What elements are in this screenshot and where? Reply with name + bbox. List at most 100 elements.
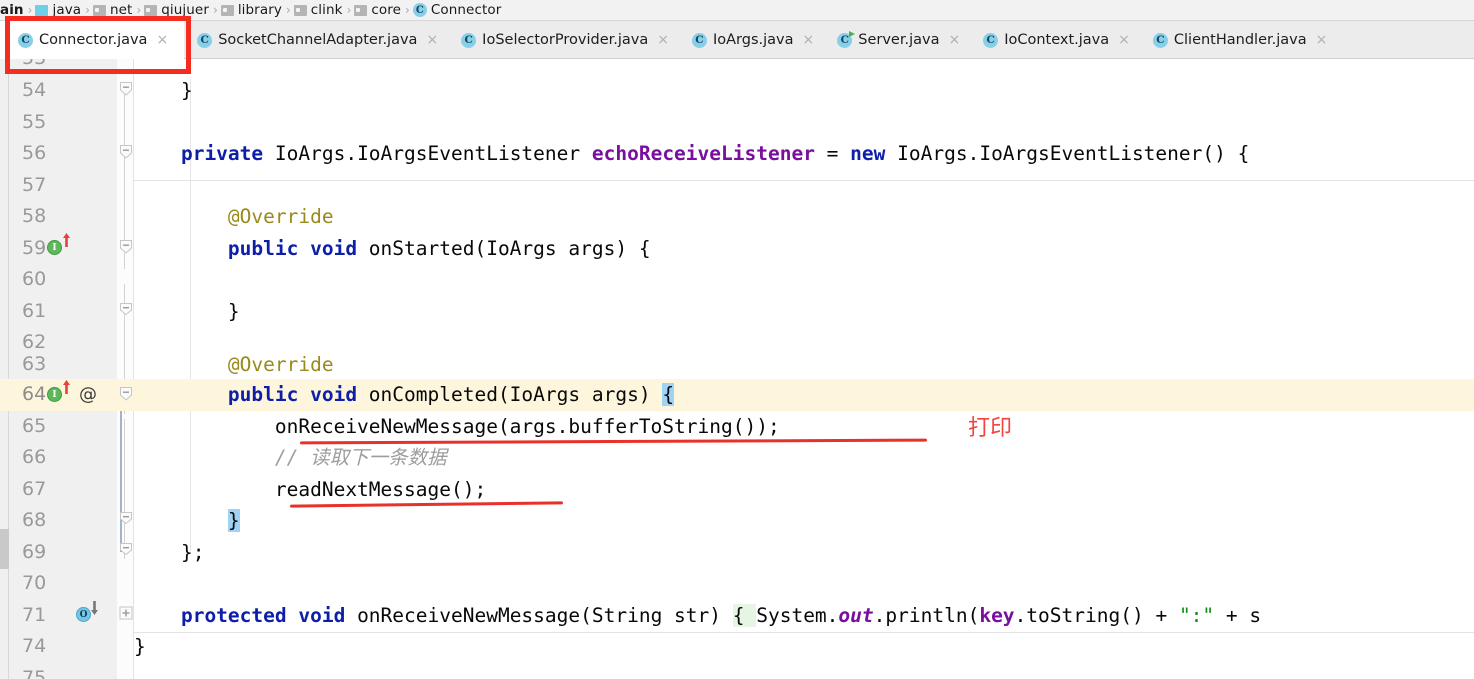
code-line-63[interactable]: 63 @Override	[0, 349, 1474, 381]
breadcrumb-item-net[interactable]: net	[92, 0, 134, 21]
implementing-method-icon[interactable]: I	[47, 240, 62, 255]
type-ioargs-listener: IoArgs.IoArgsEventListener	[274, 142, 592, 165]
fold-marker-collapse[interactable]	[119, 302, 133, 316]
java-class-icon: C	[983, 32, 999, 48]
operator-assign: =	[814, 142, 851, 165]
keyword-private: private	[134, 142, 275, 165]
folder-grey-icon	[293, 4, 307, 16]
code-line-66[interactable]: 66 // 读取下一条数据	[0, 442, 1474, 474]
breadcrumb-separator-icon: ›	[85, 3, 90, 17]
close-icon[interactable]: ×	[156, 33, 168, 47]
code-line-67[interactable]: 67 readNextMessage();	[0, 474, 1474, 506]
method-onstarted: onStarted(IoArgs args) {	[357, 236, 651, 260]
close-icon[interactable]: ×	[1316, 33, 1328, 47]
fold-marker-collapse[interactable]	[119, 144, 133, 159]
fold-marker-collapse[interactable]	[119, 239, 133, 254]
tab-socketchanneladapter-java[interactable]: C SocketChannelAdapter.java ×	[184, 21, 448, 59]
static-field-out: out	[838, 603, 874, 627]
fold-marker-collapse[interactable]	[119, 81, 133, 96]
code-line-57[interactable]: 57	[0, 170, 1474, 202]
tab-label: Server.java	[858, 32, 940, 48]
code-text: private IoArgs.IoArgsEventListener echoR…	[134, 138, 1249, 170]
breadcrumb-item-core[interactable]: core	[354, 0, 403, 21]
code-line-53[interactable]: 53	[0, 59, 1474, 75]
fold-marker-collapse[interactable]	[119, 511, 133, 525]
code-text: readNextMessage();	[134, 477, 487, 501]
breadcrumb-label: Connector	[430, 2, 502, 18]
code-line-56[interactable]: 56 private IoArgs.IoArgsEventListener ec…	[0, 138, 1474, 170]
annotation-override: @Override	[134, 205, 334, 228]
line-number: 53	[0, 59, 108, 75]
navigation-breadcrumb: ain › java › net › qiujuer › library › c…	[0, 0, 1474, 21]
code-text: onReceiveNewMessage(args.bufferToString(…	[134, 414, 780, 438]
code-line-70[interactable]: 70	[0, 568, 1474, 600]
line-number: 66	[22, 446, 47, 468]
code-line-60[interactable]: 60	[0, 264, 1474, 296]
breadcrumb-item-connector[interactable]: C Connector	[412, 0, 504, 21]
close-icon[interactable]: ×	[426, 33, 438, 47]
code-text: @Override	[134, 201, 334, 233]
code-editor[interactable]: 53 54 } 55 56 private IoArgs.IoArgsEvent…	[0, 59, 1474, 679]
code-line-54[interactable]: 54 }	[0, 75, 1474, 107]
breadcrumb-label: library	[237, 2, 282, 18]
java-class-icon: C	[197, 32, 213, 48]
implementing-method-icon[interactable]: I	[47, 387, 62, 402]
close-icon[interactable]: ×	[803, 33, 815, 47]
tab-label: SocketChannelAdapter.java	[218, 32, 418, 48]
code-line-55[interactable]: 55	[0, 107, 1474, 139]
arrow-up-red-icon	[63, 233, 70, 247]
code-line-74[interactable]: 74 }	[0, 631, 1474, 663]
code-line-75[interactable]: 75	[0, 663, 1474, 679]
line-number: 58	[22, 205, 47, 227]
close-icon[interactable]: ×	[948, 33, 960, 47]
code-line-65[interactable]: 65 onReceiveNewMessage(args.bufferToStri…	[0, 411, 1474, 443]
code-text: }	[134, 631, 146, 663]
breadcrumb-item-clink[interactable]: clink	[293, 0, 345, 21]
code-line-71[interactable]: 71 protected void onReceiveNewMessage(St…	[0, 600, 1474, 632]
close-icon[interactable]: ×	[1118, 33, 1130, 47]
code-line-61[interactable]: 61 }	[0, 296, 1474, 328]
arrow-down-grey-icon	[91, 601, 98, 615]
closing-brace: }	[134, 635, 146, 658]
code-line-68[interactable]: 68 }	[0, 505, 1474, 537]
tab-ioargs-java[interactable]: C IoArgs.java ×	[679, 21, 824, 59]
tab-ioselectorprovider-java[interactable]: C IoSelectorProvider.java ×	[448, 21, 679, 59]
tab-clienthandler-java[interactable]: C ClientHandler.java ×	[1140, 21, 1337, 59]
keyword-public-void: public void	[134, 383, 358, 406]
method-oncompleted: onCompleted(IoArgs args)	[357, 383, 663, 406]
close-icon[interactable]: ×	[657, 33, 669, 47]
code-text: protected void onReceiveNewMessage(Strin…	[134, 600, 1261, 632]
annotation-override: @Override	[134, 352, 334, 376]
code-line-58[interactable]: 58 @Override	[0, 201, 1474, 233]
breadcrumb-item-library[interactable]: library	[220, 0, 284, 21]
breadcrumb-item-main[interactable]: ain	[0, 0, 26, 21]
breadcrumb-separator-icon: ›	[405, 3, 410, 17]
tab-label: IoContext.java	[1004, 32, 1110, 48]
java-class-icon: C	[18, 32, 33, 48]
anon-class-decl: IoArgs.IoArgsEventListener() {	[885, 142, 1250, 165]
system-ref: System.	[756, 603, 839, 627]
tab-connector-java[interactable]: C Connector.java ×	[0, 21, 185, 59]
arrow-up-red-icon	[63, 380, 70, 394]
tab-label: Connector.java	[39, 32, 148, 48]
method-onreceivenewmessage: onReceiveNewMessage(String str)	[345, 603, 733, 627]
tostring-call: .toString() +	[1014, 603, 1179, 627]
intellij-idea-window: ain › java › net › qiujuer › library › c…	[0, 0, 1474, 679]
code-line-64[interactable]: 64 public void onCompleted(IoArgs args) …	[0, 379, 1474, 411]
code-text: public void onStarted(IoArgs args) {	[134, 233, 651, 265]
fold-marker-collapse[interactable]	[119, 386, 133, 401]
line-number: 55	[22, 110, 47, 133]
fold-marker-collapse[interactable]	[119, 542, 133, 556]
tab-server-java[interactable]: C Server.java ×	[824, 21, 970, 59]
code-line-59[interactable]: 59 public void onStarted(IoArgs args) {	[0, 233, 1474, 265]
overridden-method-icon[interactable]: O	[76, 607, 91, 622]
breadcrumb-item-java[interactable]: java	[35, 0, 83, 21]
tab-iocontext-java[interactable]: C IoContext.java ×	[970, 21, 1140, 59]
code-line-69[interactable]: 69 };	[0, 537, 1474, 569]
concat-tail: + s	[1214, 603, 1262, 627]
breadcrumb-label: java	[52, 2, 82, 18]
breadcrumb-item-qiujuer[interactable]: qiujuer	[144, 0, 211, 21]
code-text: }	[134, 299, 240, 323]
fold-marker-expand[interactable]	[119, 606, 133, 620]
line-number: 60	[22, 268, 47, 290]
